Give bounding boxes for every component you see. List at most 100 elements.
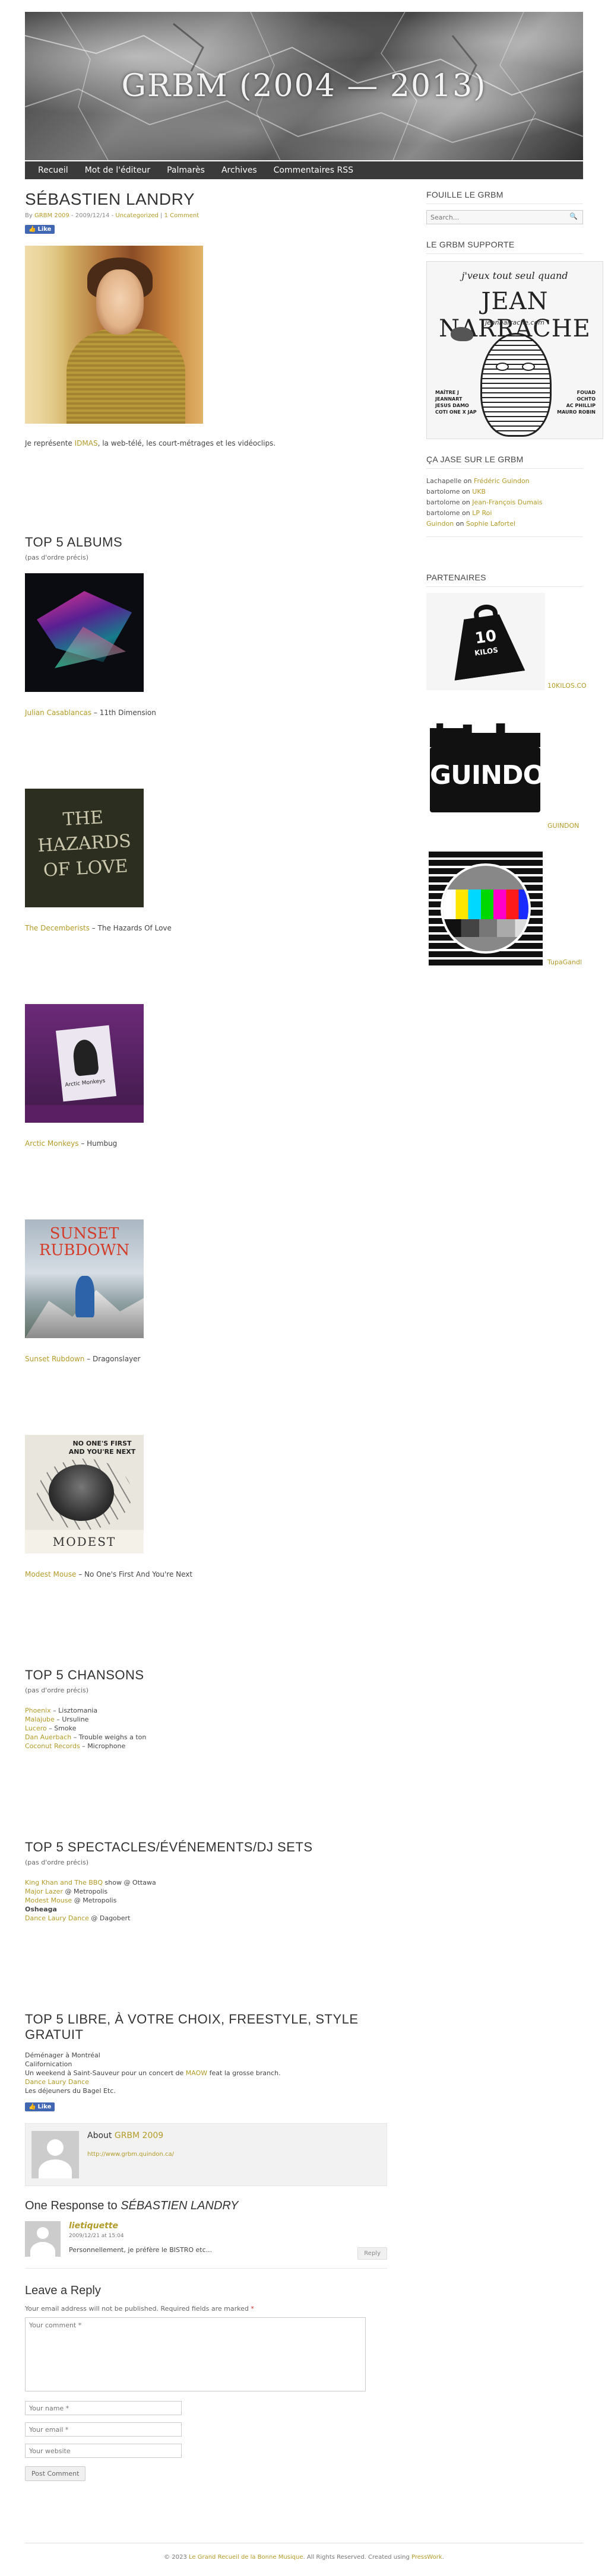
tv-test-pattern-logo[interactable]: [426, 849, 545, 968]
recent-comment-author: bartolome: [426, 509, 460, 517]
intro-post: , la web-télé, les court-métrages et les…: [97, 439, 276, 447]
album-cover-humbug[interactable]: Arctic Monkeys: [25, 1004, 144, 1123]
comment-author-link[interactable]: lietiquette: [69, 2221, 387, 2231]
reply-note-text: Your email address will not be published…: [25, 2305, 251, 2313]
list-item: Dance Laury Dance @ Dagobert: [25, 1914, 387, 1923]
nav-item-recueil[interactable]: Recueil: [30, 161, 77, 179]
show-venue: @ Metropolis: [62, 1888, 108, 1895]
name-field[interactable]: [25, 2401, 182, 2415]
album-artist-link[interactable]: Arctic Monkeys: [25, 1139, 79, 1148]
header-banner[interactable]: GRBM (2004 — 2013): [25, 12, 583, 160]
idmas-link[interactable]: IDMAS: [75, 439, 98, 447]
search-input[interactable]: [427, 211, 563, 224]
album-cover-dragonslayer[interactable]: SUNSET RUBDOWN: [25, 1219, 144, 1338]
recent-comment-author-link[interactable]: Guindon: [426, 520, 454, 528]
recent-comment-post-link[interactable]: Jean-François Dumais: [472, 498, 542, 506]
portrait-blur: [25, 246, 66, 424]
reply-form: Leave a Reply Your email address will no…: [25, 2284, 387, 2481]
show-artist-link[interactable]: Major Lazer: [25, 1888, 63, 1895]
maow-link[interactable]: MAOW: [186, 2069, 207, 2077]
dance-laury-dance-link[interactable]: Dance Laury Dance: [25, 2078, 89, 2086]
comment-date[interactable]: 2009/12/21 at 15:04: [69, 2233, 387, 2239]
partner-link[interactable]: 10KILOS.CO: [547, 682, 587, 690]
show-artist-link[interactable]: Modest Mouse: [25, 1897, 72, 1904]
album-cover-11th-dimension[interactable]: [25, 573, 144, 692]
meta-author-link[interactable]: GRBM 2009: [34, 212, 69, 219]
album-sep: –: [78, 1139, 87, 1148]
post-comment-button[interactable]: Post Comment: [25, 2466, 86, 2481]
footer-theme-link[interactable]: PressWork: [411, 2554, 442, 2561]
partner-guindon: GUINDON GUINDON: [426, 721, 583, 840]
author-url-link[interactable]: http://www.grbm.quindon.ca/: [87, 2151, 174, 2158]
albums-heading: TOP 5 ALBUMS: [25, 535, 123, 549]
partner-link[interactable]: GUINDON: [547, 822, 579, 830]
nav-item-palmares[interactable]: Palmarès: [159, 161, 213, 179]
nav-item-archives[interactable]: Archives: [213, 161, 265, 179]
mask-eye-left: [496, 363, 509, 371]
recent-comment-post-link[interactable]: UKB: [472, 488, 486, 495]
comment-textarea[interactable]: [25, 2317, 366, 2391]
album-artist-link[interactable]: Julian Casablancas: [25, 709, 91, 717]
list-item: Un weekend à Saint-Sauveur pour un conce…: [25, 2069, 387, 2078]
cover-text: Arctic Monkeys: [65, 1078, 106, 1088]
song-artist-link[interactable]: Malajube: [25, 1716, 55, 1723]
meta-sep: -: [69, 212, 75, 219]
commenter-avatar: [25, 2221, 61, 2257]
10kilos-logo[interactable]: 10 KILOS: [426, 593, 545, 690]
website-field[interactable]: [25, 2444, 182, 2458]
partner-link[interactable]: TupaGandl: [547, 958, 582, 966]
album-item: NO ONE'S FIRST AND YOU'RE NEXT MODEST MO…: [25, 1435, 387, 1578]
list-item: Phoenix – Lisztomania: [25, 1706, 387, 1715]
cover-text: SUNSET RUBDOWN: [39, 1225, 130, 1259]
author-link[interactable]: GRBM 2009: [115, 2131, 163, 2140]
facebook-like-button-bottom[interactable]: 👍 Like: [25, 2102, 55, 2111]
footer-site-link[interactable]: Le Grand Recueil de la Bonne Musique: [189, 2554, 303, 2561]
recent-comment-post-link[interactable]: Sophie Lafortel: [466, 520, 515, 528]
libre-list: Déménager à Montréal Californication Un …: [25, 2051, 387, 2095]
album-caption: The Decemberists – The Hazards Of Love: [25, 924, 387, 932]
album-artist-link[interactable]: Modest Mouse: [25, 1570, 76, 1578]
album-item: THE HAZARDS OF LOVE The Decemberists – T…: [25, 789, 387, 932]
meta-category-link[interactable]: Uncategorized: [115, 212, 158, 219]
cover-text: THE HAZARDS OF LOVE: [37, 807, 132, 881]
responses-count-text: One Response to: [25, 2199, 121, 2212]
recent-comment-on: on: [454, 520, 466, 528]
recent-comment-post-link[interactable]: LP Roi: [472, 509, 492, 517]
reply-button[interactable]: Reply: [357, 2247, 387, 2260]
nav-item-mot-editeur[interactable]: Mot de l'éditeur: [77, 161, 159, 179]
portrait-body: [66, 329, 185, 424]
album-artist-link[interactable]: Sunset Rubdown: [25, 1355, 84, 1363]
song-artist-link[interactable]: Dan Auerbach: [25, 1733, 71, 1741]
shows-list: King Khan and The BBQ show @ Ottawa Majo…: [25, 1878, 387, 1923]
show-artist-link[interactable]: Dance Laury Dance: [25, 1914, 89, 1922]
list-item: Coconut Records – Microphone: [25, 1742, 387, 1751]
album-caption: Sunset Rubdown – Dragonslayer: [25, 1355, 387, 1363]
recent-comment-on: on: [460, 509, 473, 517]
post-title[interactable]: SÉBASTIEN LANDRY: [25, 190, 387, 209]
show-artist-link[interactable]: King Khan and The BBQ: [25, 1879, 103, 1886]
list-item: Osheaga: [25, 1905, 387, 1914]
guindon-logo[interactable]: GUINDON: [426, 721, 545, 818]
album-cover-no-ones-first[interactable]: NO ONE'S FIRST AND YOU'RE NEXT MODEST MO…: [25, 1435, 144, 1554]
song-artist-link[interactable]: Lucero: [25, 1724, 47, 1732]
poster-site: jeannarrache.com: [485, 319, 544, 326]
jean-narrache-poster[interactable]: j'veux tout seul quand JEAN NARRACHE jea…: [426, 261, 603, 439]
album-artist-link[interactable]: The Decemberists: [25, 924, 90, 932]
list-item: Dance Laury Dance: [25, 2078, 387, 2086]
author-avatar: [31, 2131, 79, 2178]
show-venue: @ Dagobert: [88, 1914, 131, 1922]
site-title[interactable]: GRBM (2004 — 2013): [25, 68, 583, 104]
songs-subtitle: (pas d'ordre précis): [25, 1686, 88, 1694]
recent-comment-on: on: [460, 498, 473, 506]
list-item: Major Lazer @ Metropolis: [25, 1887, 387, 1896]
magnifier-icon[interactable]: 🔍: [569, 212, 578, 220]
email-field[interactable]: [25, 2422, 182, 2437]
facebook-like-button[interactable]: 👍 Like: [25, 225, 55, 234]
nav-item-rss[interactable]: Commentaires RSS: [265, 161, 362, 179]
meta-comments-link[interactable]: 1 Comment: [164, 212, 200, 219]
recent-comment-post-link[interactable]: Frédéric Guindon: [474, 477, 530, 485]
cover-top-text: NO ONE'S FIRST AND YOU'RE NEXT: [68, 1440, 136, 1456]
song-artist-link[interactable]: Coconut Records: [25, 1742, 80, 1750]
album-cover-hazards-of-love[interactable]: THE HAZARDS OF LOVE: [25, 789, 144, 907]
song-artist-link[interactable]: Phoenix: [25, 1707, 51, 1714]
